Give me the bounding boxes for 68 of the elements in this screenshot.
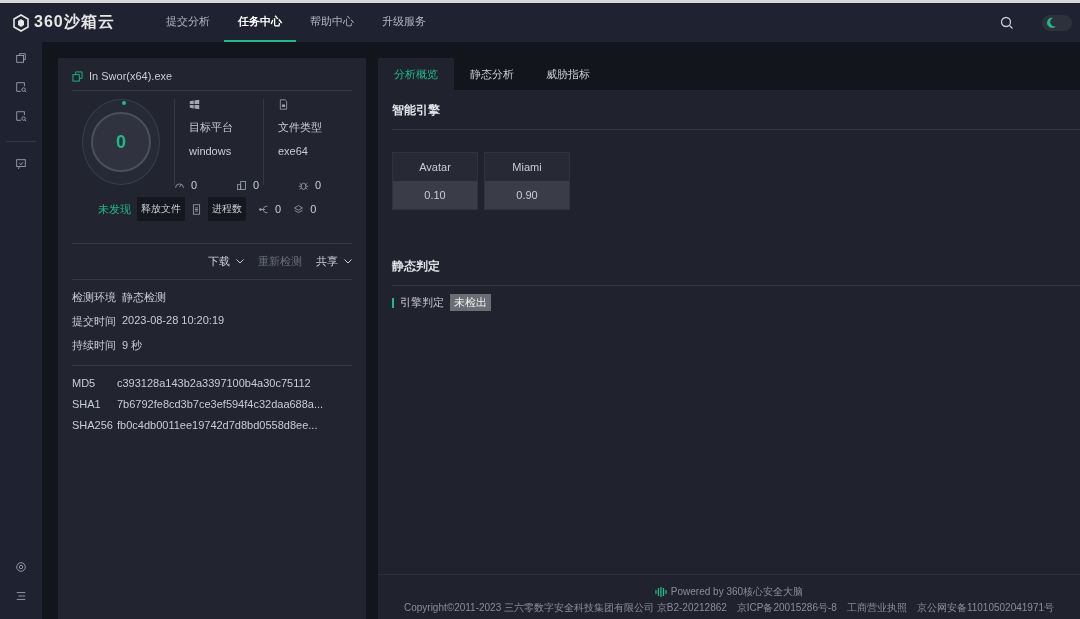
footer-link[interactable]: 京ICP备20015286号-8 xyxy=(736,601,837,615)
footer-link[interactable]: 工商营业执照 xyxy=(846,601,907,615)
stat-value: 0 xyxy=(275,203,282,215)
stat-value: 0 xyxy=(315,179,322,191)
engine-score: 0.90 xyxy=(485,181,569,209)
info-label: 文件类型 xyxy=(278,120,323,135)
window-icon[interactable] xyxy=(15,52,27,64)
windows-logo-icon xyxy=(189,99,200,110)
tab[interactable]: 静态分析 xyxy=(454,58,530,90)
document-icon xyxy=(191,203,202,215)
stat-value: 0 xyxy=(191,179,198,191)
copy-icon xyxy=(72,70,83,82)
detail-label: 提交时间 xyxy=(72,314,116,329)
tab[interactable]: 威胁指标 xyxy=(530,58,606,90)
cube-logo-icon xyxy=(12,13,30,32)
search-icon[interactable] xyxy=(1000,15,1014,30)
moon-icon xyxy=(1045,16,1057,29)
detail-value: 静态检测 xyxy=(122,290,166,305)
building-icon xyxy=(236,179,247,191)
search-document-icon[interactable] xyxy=(15,110,27,122)
tooltip: 释放文件 xyxy=(137,197,185,221)
file-name: In Swor(x64).exe xyxy=(89,70,173,82)
nav-tab[interactable]: 帮助中心 xyxy=(296,3,368,42)
search-document-icon[interactable] xyxy=(15,81,27,93)
hash-label: SHA256 xyxy=(72,419,111,431)
copyright-text: Copyright©2011-2023 三六零数字安全科技集团有限公司 京B2-20212862 xyxy=(403,601,727,615)
theme-toggle[interactable] xyxy=(1042,14,1072,31)
stat-value: 0 xyxy=(310,203,317,215)
action-button[interactable]: 共享 xyxy=(316,254,352,269)
detail-label: 检测环境 xyxy=(72,290,116,305)
hash-value: c393128a143b2a3397100b4a30c75112 xyxy=(117,377,311,389)
hash-value: fb0c4db0011ee19742d7d8bd0558d8ee... xyxy=(117,419,318,431)
section-title: 智能引擎 xyxy=(392,90,1080,130)
hash-label: SHA1 xyxy=(72,398,102,410)
hash-value: 7b6792fe8cd3b7ce3ef594f4c32daa688a... xyxy=(117,398,324,410)
info-label: 目标平台 xyxy=(189,120,234,135)
engine-name: Avatar xyxy=(418,160,452,175)
logo-text: 360沙箱云 xyxy=(34,12,115,32)
network-icon xyxy=(258,203,269,215)
footer-link[interactable]: 京公网安备11010502041971号 xyxy=(916,601,1054,615)
chat-icon[interactable] xyxy=(15,158,27,170)
verdict-tag: 未检出 xyxy=(450,294,491,311)
hash-label: MD5 xyxy=(72,377,97,389)
engine-score: 0.10 xyxy=(393,181,477,209)
nav-tab[interactable]: 升级服务 xyxy=(368,3,440,42)
tab[interactable]: 分析概览 xyxy=(378,58,454,90)
verdict-text: 未发现 xyxy=(98,201,131,217)
score-ring: 0 xyxy=(82,99,160,185)
tooltip: 进程数 xyxy=(208,197,246,221)
menu-icon[interactable] xyxy=(15,590,27,602)
stat-value: 0 xyxy=(253,179,260,191)
action-button[interactable]: 下载 xyxy=(208,254,244,269)
nav-tab[interactable]: 任务中心 xyxy=(224,3,296,42)
section-title: 静态判定 xyxy=(392,246,1080,286)
detail-value: 2023-08-28 10:20:19 xyxy=(122,314,225,328)
verdict-label: 引擎判定 xyxy=(400,295,444,310)
engine-name: Miami xyxy=(511,160,543,175)
detail-label: 持续时间 xyxy=(72,338,116,353)
settings-icon[interactable] xyxy=(15,561,27,573)
info-value: exe64 xyxy=(278,145,309,157)
file-icon xyxy=(278,99,289,110)
nav-tab[interactable]: 提交分析 xyxy=(152,3,224,42)
powered-by: Powered by 360核心安全大脑 xyxy=(670,585,804,599)
detail-value: 9 秒 xyxy=(122,338,143,353)
bug-icon xyxy=(298,179,309,191)
layers-icon xyxy=(293,203,305,215)
info-value: windows xyxy=(189,145,233,157)
waveform-icon xyxy=(654,587,667,597)
